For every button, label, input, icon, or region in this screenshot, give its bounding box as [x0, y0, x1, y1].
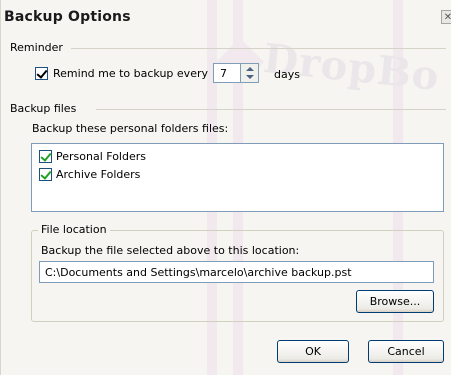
close-button[interactable]: ✕	[441, 10, 451, 24]
backup-files-divider	[96, 109, 446, 110]
dialog-title: Backup Options	[4, 9, 131, 25]
personal-folders-label: Personal Folders	[56, 150, 146, 163]
file-location-instruction: Backup the file selected above to this l…	[41, 244, 300, 257]
remind-interval-spinner[interactable]	[241, 63, 259, 83]
remind-unit-label: days	[274, 68, 300, 81]
remind-checkbox-label[interactable]: Remind me to backup every	[53, 67, 208, 80]
close-icon: ✕	[444, 12, 451, 23]
backup-files-section-label: Backup files	[10, 102, 77, 115]
backup-files-list-label: Backup these personal folders files:	[32, 122, 229, 135]
spin-down-icon[interactable]	[241, 73, 258, 82]
remind-interval-input[interactable]: 7	[213, 63, 241, 83]
personal-folders-checkbox[interactable]	[39, 150, 52, 163]
title-bar: Backup Options ✕	[1, 0, 451, 32]
ok-button[interactable]: OK	[277, 340, 349, 363]
archive-folders-checkbox[interactable]	[39, 168, 52, 181]
spin-up-icon[interactable]	[241, 64, 258, 73]
reminder-section-label: Reminder	[10, 41, 63, 54]
reminder-divider	[71, 48, 446, 49]
archive-folders-label: Archive Folders	[56, 168, 141, 181]
backup-path-field[interactable]: C:\Documents and Settings\marcelo\archiv…	[39, 261, 434, 283]
remind-checkbox[interactable]	[35, 67, 48, 80]
personal-folders-listbox[interactable]: Personal Folders Archive Folders	[31, 143, 444, 212]
cancel-button[interactable]: Cancel	[368, 340, 444, 363]
file-location-group-title: File location	[38, 223, 110, 236]
backup-options-dialog: DropBo Backup Options ✕ Reminder Remind …	[0, 0, 451, 375]
browse-button[interactable]: Browse...	[356, 290, 434, 313]
